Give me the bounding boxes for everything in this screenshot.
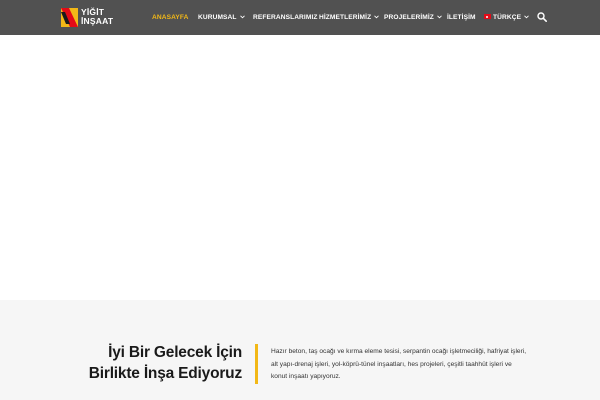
nav-label: İLETİŞİM xyxy=(447,14,476,21)
nav-label: TÜRKÇE xyxy=(493,14,522,21)
about-title: İyi Bir Gelecek İçin Birlikte İnşa Ediyo… xyxy=(22,342,242,384)
hero-area xyxy=(0,35,600,300)
main-nav: ANASAYFA KURUMSAL REFERANSLARIMIZ HİZMET… xyxy=(0,0,600,35)
accent-divider xyxy=(255,344,258,384)
nav-item-kurumsal[interactable]: KURUMSAL xyxy=(198,12,245,24)
chevron-down-icon xyxy=(239,15,245,19)
chevron-down-icon xyxy=(374,15,380,19)
nav-item-iletisim[interactable]: İLETİŞİM xyxy=(447,12,476,24)
about-text-line-1: Hazır beton, taş ocağı ve kırma eleme te… xyxy=(271,348,527,355)
nav-label: HİZMETLERİMİZ xyxy=(319,14,372,21)
nav-item-projelerimiz[interactable]: PROJELERİMİZ xyxy=(384,12,442,24)
nav-label: REFERANSLARIMIZ xyxy=(253,14,318,21)
nav-label: KURUMSAL xyxy=(198,14,237,21)
about-text-line-3: konut inşaatı yapıyoruz. xyxy=(271,373,341,380)
chevron-down-icon xyxy=(524,15,529,19)
nav-label: PROJELERİMİZ xyxy=(384,14,434,21)
nav-item-language[interactable]: TÜRKÇE xyxy=(484,12,529,24)
about-title-line-2: Birlikte İnşa Ediyoruz xyxy=(88,365,242,382)
turkish-flag-icon xyxy=(484,14,491,19)
site-header: YİĞİT İNŞAAT ANASAYFA KURUMSAL REFERANSL… xyxy=(0,0,600,35)
chevron-down-icon xyxy=(437,15,442,19)
nav-label: ANASAYFA xyxy=(152,14,189,21)
about-title-line-1: İyi Bir Gelecek İçin xyxy=(108,344,242,361)
nav-item-anasayfa[interactable]: ANASAYFA xyxy=(152,12,188,24)
about-description: Hazır beton, taş ocağı ve kırma eleme te… xyxy=(271,346,546,384)
about-text-line-2: alt yapı-drenaj işleri, yol-köprü-tünel … xyxy=(271,360,512,368)
search-icon[interactable] xyxy=(537,12,547,22)
nav-item-referanslarimiz[interactable]: REFERANSLARIMIZ xyxy=(253,12,318,24)
nav-item-hizmetlerimiz[interactable]: HİZMETLERİMİZ xyxy=(319,12,380,24)
